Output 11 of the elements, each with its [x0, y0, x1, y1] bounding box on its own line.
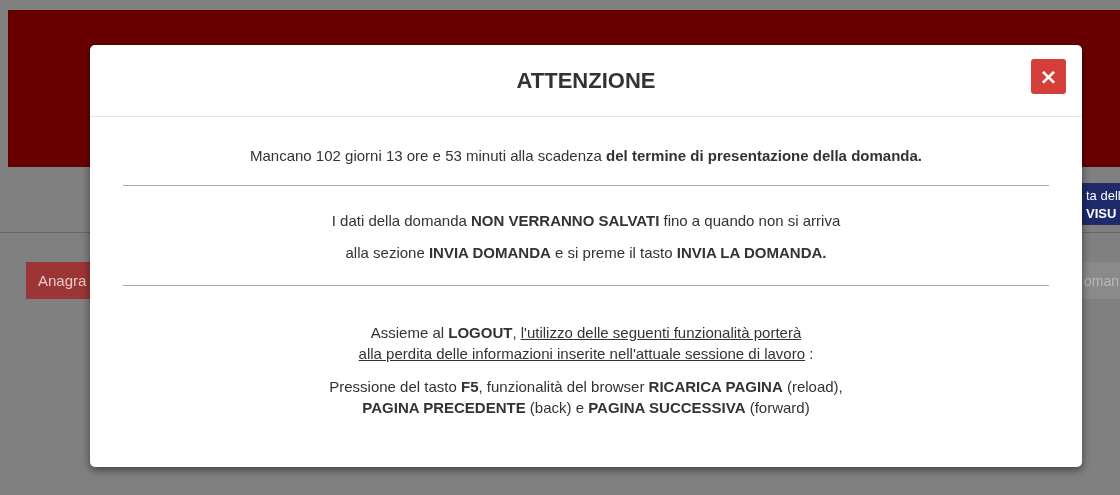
message-line: alla sezione INVIA DOMANDA e si preme il tasto INVIA LA DOMANDA.: [345, 243, 827, 263]
modal-title: ATTENZIONE: [516, 67, 656, 94]
message-line: Pressione del tasto F5, funzionalità del browser RICARICA PAGINA (reload),: [329, 377, 843, 397]
message-line: Mancano 102 giorni 13 ore e 53 minuti alla scadenza del termine di presentazione della domanda.: [250, 146, 922, 166]
info-text: VISU: [1086, 205, 1118, 223]
info-text: ta dell: [1086, 187, 1120, 205]
message-line: Assieme al LOGOUT, l'utilizzo delle seguenti funzionalità porterà: [370, 323, 802, 343]
message-line: alla perdita delle informazioni inserite nell'attuale sessione di lavoro :: [358, 344, 814, 364]
message-line: I dati della domanda NON VERRANNO SALVATI fino a quando non si arriva: [331, 211, 841, 231]
message-line: PAGINA PRECEDENTE (back) e PAGINA SUCCESSIVA (forward): [362, 398, 810, 418]
close-button[interactable]: ×: [1031, 59, 1066, 94]
